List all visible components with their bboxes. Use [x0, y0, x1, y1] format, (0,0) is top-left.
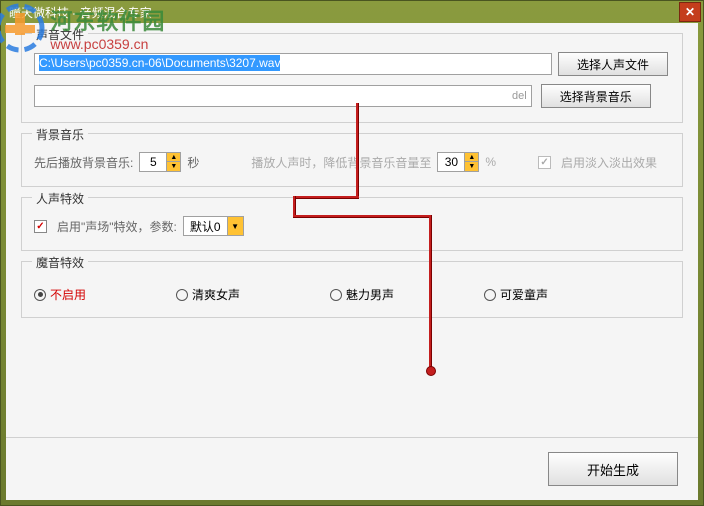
annotation-endpoint [426, 366, 436, 376]
radio-icon [330, 289, 342, 301]
spinner-up-icon[interactable]: ▲ [464, 153, 478, 162]
section-legend: 人声特效 [32, 190, 88, 207]
choose-voice-button[interactable]: 选择人声文件 [558, 52, 668, 76]
radio-icon [484, 289, 496, 301]
pre-seconds-value[interactable] [140, 155, 166, 169]
percent-unit: % [485, 155, 496, 169]
fx-preset-select[interactable]: 默认0 ▼ [183, 216, 244, 236]
spinner-down-icon[interactable]: ▼ [464, 162, 478, 171]
generate-button[interactable]: 开始生成 [548, 452, 678, 486]
section-legend: 魔音特效 [32, 254, 88, 271]
radio-female[interactable]: 清爽女声 [176, 286, 240, 303]
enable-fx-label: 启用"声场"特效，参数: [57, 218, 177, 235]
fade-checkbox[interactable] [538, 156, 551, 169]
close-button[interactable]: ✕ [679, 2, 701, 22]
lower-volume-spinner[interactable]: ▲▼ [437, 152, 479, 172]
bg-music-section: 背景音乐 先后播放背景音乐: ▲▼ 秒 播放人声时，降低背景音乐音量至 ▲▼ %… [21, 133, 683, 187]
voice-file-section: 声音文件 C:\Users\pc0359.cn-06\Documents\320… [21, 33, 683, 123]
radio-male[interactable]: 魅力男声 [330, 286, 394, 303]
voice-fx-section: 人声特效 启用"声场"特效，参数: 默认0 ▼ [21, 197, 683, 251]
bg-file-input[interactable] [34, 85, 532, 107]
choose-bg-button[interactable]: 选择背景音乐 [541, 84, 651, 108]
app-window: 瞳天微科技 - 音频混合专家 ✕ 河东软件园 www.pc0359.cn 声音文… [0, 0, 704, 506]
content-area: 声音文件 C:\Users\pc0359.cn-06\Documents\320… [6, 23, 698, 500]
radio-icon [176, 289, 188, 301]
lower-volume-label: 播放人声时，降低背景音乐音量至 [251, 154, 431, 171]
lower-volume-value[interactable] [438, 155, 464, 169]
window-title: 瞳天微科技 - 音频混合专家 [5, 4, 699, 21]
pre-play-label: 先后播放背景音乐: [34, 154, 133, 171]
titlebar[interactable]: 瞳天微科技 - 音频混合专家 ✕ [1, 1, 703, 23]
dropdown-icon[interactable]: ▼ [227, 217, 243, 235]
spinner-down-icon[interactable]: ▼ [166, 162, 180, 171]
section-legend: 声音文件 [32, 26, 88, 43]
seconds-unit: 秒 [187, 154, 199, 171]
pre-seconds-spinner[interactable]: ▲▼ [139, 152, 181, 172]
radio-child[interactable]: 可爱童声 [484, 286, 548, 303]
magic-fx-section: 魔音特效 不启用 清爽女声 魅力男声 可爱童声 [21, 261, 683, 318]
section-legend: 背景音乐 [32, 126, 88, 143]
fx-preset-value: 默认0 [184, 218, 227, 235]
bottom-bar: 开始生成 [6, 437, 698, 500]
voice-file-input[interactable]: C:\Users\pc0359.cn-06\Documents\3207.wav [34, 53, 552, 75]
radio-icon [34, 289, 46, 301]
enable-fx-checkbox[interactable] [34, 220, 47, 233]
spinner-up-icon[interactable]: ▲ [166, 153, 180, 162]
fade-label: 启用淡入淡出效果 [561, 154, 657, 171]
radio-none[interactable]: 不启用 [34, 286, 86, 303]
